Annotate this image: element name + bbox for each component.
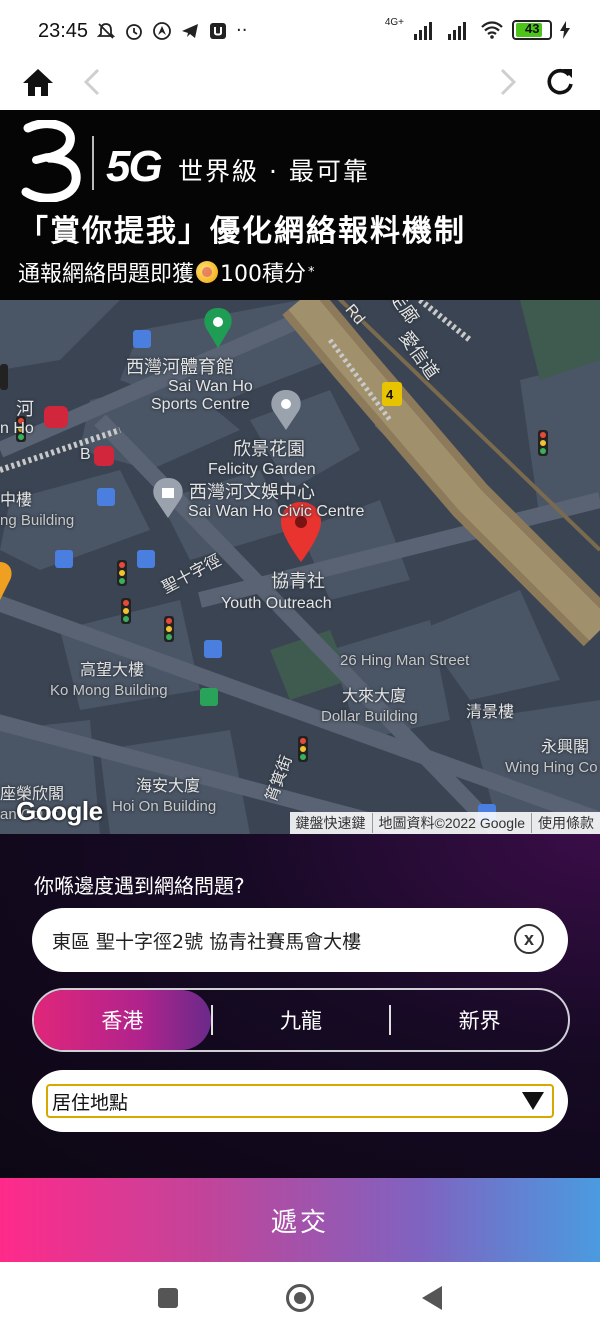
battery-icon: 43 [512,20,552,40]
wifi-icon [481,21,503,39]
region-selector: 香港 九龍 新界 [32,988,570,1052]
map-label: 高望大樓 [80,662,145,679]
address-field[interactable]: x [32,908,568,972]
map-label: Wing Hing Co [505,759,598,776]
route-number: 4 [386,387,394,402]
back-nav-icon[interactable] [422,1286,442,1310]
region-tab-kowloon[interactable]: 九龍 [213,990,390,1050]
charging-icon [560,21,570,39]
home-nav-icon[interactable] [286,1284,314,1312]
map-label: Sports Centre [151,396,250,413]
map-label: 中樓 [0,492,33,509]
banner-sub-text: 通報網絡問題即獲 [18,262,195,287]
map-label: 清景樓 [466,704,515,721]
map-label: 大來大廈 [342,688,407,705]
logo-divider [92,136,94,190]
map-label: Sai Wan Ho Civic Centre [188,503,365,520]
map-label: Sai Wan Ho [168,378,253,395]
banner-tagline: 世界級 · 最可靠 [178,157,370,186]
map-label: 西灣河文娛中心 [189,482,315,502]
map-label: 西灣河體育館 [126,357,234,377]
region-tab-new-territories[interactable]: 新界 [391,990,568,1050]
banner-subtext: 通報網絡問題即獲 100積分 * [18,256,315,288]
clear-address-button[interactable]: x [514,924,544,954]
refresh-button[interactable] [538,62,582,102]
home-icon [23,69,53,96]
map-attribution: 鍵盤快速鍵 地圖資料©2022 Google 使用條款 [289,812,600,834]
map-label: Youth Outreach [221,595,332,612]
alarm-icon [126,24,142,40]
map-data-text: 地圖資料©2022 Google [371,813,532,833]
network-type: 4G+ [384,16,404,28]
coin-icon [196,261,219,283]
signal-icon [414,22,432,40]
map-label: Hoi On Building [112,798,217,815]
banner-asterisk: * [308,264,315,280]
signal-2-icon [448,22,466,40]
banner-headline: 「賞你提我」優化網絡報料機制 [18,214,466,249]
submit-button[interactable]: 遞交 [0,1178,600,1262]
status-time: 23:45 [38,20,89,42]
chevron-right-icon [500,68,517,96]
map-label: B [80,446,91,463]
map-label: n Ho [0,420,34,437]
location-type-select[interactable]: 居住地點 [32,1070,568,1132]
map-label: Felicity Garden [208,461,316,478]
map-view[interactable]: 西灣河體育館 Sai Wan Ho Sports Centre 欣景花園 Fel… [0,300,600,834]
location-type-select-box[interactable]: 居住地點 [46,1084,554,1118]
forward-button[interactable] [486,62,530,102]
terms-link[interactable]: 使用條款 [531,813,600,833]
map-label: Dollar Building [321,708,418,725]
status-bar: 23:45 ·· 4G+ 43 [0,0,600,62]
recent-apps-icon[interactable] [158,1288,178,1308]
map-label: 26 Hing Man Street [340,652,470,669]
refresh-icon [547,68,573,95]
map-base [0,300,600,834]
telegram-icon [182,24,198,38]
android-nav-bar [0,1262,600,1334]
status-icons-right: 4G+ 43 [384,16,570,40]
map-label: 河 [16,399,34,419]
keyboard-shortcuts-link[interactable]: 鍵盤快速鍵 [290,813,372,833]
close-icon: x [523,928,534,949]
chevron-left-icon [83,68,100,96]
report-form: 你喺邊度遇到網絡問題? x 香港 九龍 新界 居住地點 [0,834,600,1178]
app-icon [210,23,226,39]
map-label: 永興閣 [541,739,590,756]
location-type-value: 居住地點 [52,1091,129,1114]
more-icon: ·· [236,20,248,41]
three-logo-icon [21,120,81,202]
address-input[interactable] [52,929,512,951]
back-button[interactable] [70,62,114,102]
map-label: 海安大廈 [136,778,201,795]
map-label: Ko Mong Building [50,682,168,699]
map-label: 協青社 [271,571,325,591]
browser-nav-bar [0,62,600,110]
map-label: 欣景花園 [233,439,305,459]
brand-5g: 5G [106,142,163,191]
location-icon [153,22,171,40]
status-icons-left: ·· [96,20,247,42]
form-question: 你喺邊度遇到網絡問題? [34,874,245,898]
region-tab-hong-kong[interactable]: 香港 [34,990,211,1050]
mute-icon [96,23,116,39]
banner-points: 100積分 [220,262,307,287]
map-label: ng Building [0,512,75,529]
home-button[interactable] [16,62,60,102]
dropdown-arrow-icon [522,1092,544,1110]
promo-banner[interactable]: 5G 世界級 · 最可靠 「賞你提我」優化網絡報料機制 通報網絡問題即獲 100… [0,110,600,300]
google-logo: Google [16,796,103,826]
